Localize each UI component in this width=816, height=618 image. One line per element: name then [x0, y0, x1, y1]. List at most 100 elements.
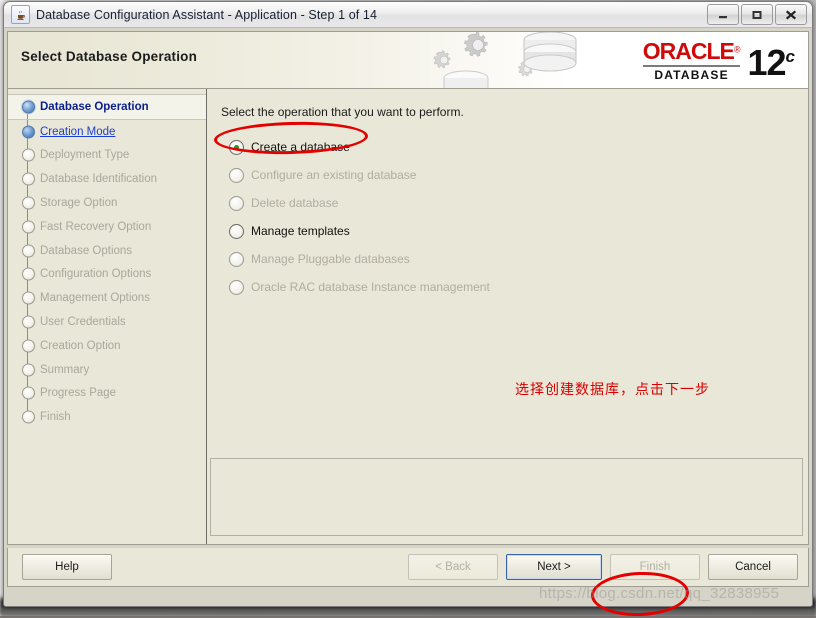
option-label: Oracle RAC database Instance management: [251, 280, 490, 294]
sidebar-step-label: Configuration Options: [40, 268, 152, 281]
radio-button-icon: [229, 195, 244, 211]
window-title: Database Configuration Assistant - Appli…: [36, 7, 378, 22]
watermark-text: https://blog.csdn.net/qq_32838955: [539, 585, 780, 602]
next-button[interactable]: Next >: [506, 554, 602, 580]
sidebar-step-label: Creation Mode: [40, 125, 116, 138]
option-label: Create a database: [251, 140, 350, 154]
taskbar-glow: [0, 606, 816, 616]
step-navigation-sidebar: Database Operation Creation Mode Deploym…: [8, 89, 207, 544]
sidebar-step-label: Progress Page: [40, 387, 117, 400]
radio-button-icon[interactable]: [229, 223, 244, 239]
finish-button: Finish: [610, 554, 700, 580]
step-bullet-icon: [22, 410, 35, 424]
page-banner: Select Database Operation ORACLE® DATABA…: [7, 31, 809, 89]
sidebar-step-management-options: Management Options: [8, 286, 206, 311]
step-bullet-icon: [22, 148, 35, 162]
radio-button-icon: [229, 251, 244, 267]
main-panel: Select the operation that you want to pe…: [207, 89, 808, 544]
page-title: Select Database Operation: [21, 49, 198, 64]
step-bullet-icon: [22, 196, 35, 210]
sidebar-step-database-operation[interactable]: Database Operation: [8, 94, 206, 120]
sidebar-step-configuration-options: Configuration Options: [8, 262, 206, 287]
sidebar-step-storage-option: Storage Option: [8, 191, 206, 215]
oracle-wordmark: ORACLE: [642, 38, 735, 64]
instruction-text: Select the operation that you want to pe…: [221, 105, 464, 119]
sidebar-step-label: Summary: [40, 363, 90, 376]
step-bullet-icon: [22, 220, 35, 234]
step-bullet-icon: [22, 363, 35, 377]
radio-selected-dot: [234, 144, 239, 150]
sidebar-step-database-options: Database Options: [8, 238, 206, 263]
oracle-product-label: DATABASE: [642, 65, 741, 82]
minimize-button[interactable]: [707, 4, 739, 25]
sidebar-step-finish: Finish: [8, 405, 206, 429]
sidebar-step-label: Database Operation: [40, 100, 149, 113]
sidebar-step-label: Database Identification: [40, 173, 157, 186]
oracle-logo: ORACLE® DATABASE 12c: [642, 38, 796, 83]
radio-button-icon: [229, 167, 244, 183]
option-label: Manage Pluggable databases: [251, 252, 410, 266]
step-bullet-icon: [22, 267, 35, 281]
window-controls: [707, 4, 807, 25]
help-button[interactable]: Help: [22, 554, 112, 580]
title-bar[interactable]: Database Configuration Assistant - Appli…: [4, 2, 812, 28]
maximize-button[interactable]: [741, 4, 773, 25]
content-area: Database Operation Creation Mode Deploym…: [7, 89, 809, 545]
sidebar-step-fast-recovery-option: Fast Recovery Option: [8, 214, 206, 239]
footer-button-bar: Help < Back Next > Finish Cancel: [7, 548, 809, 587]
sidebar-step-label: Deployment Type: [40, 149, 130, 162]
java-coffee-cup-icon: [11, 5, 30, 24]
option-configure-an-existing-database: Configure an existing database: [229, 161, 808, 189]
sidebar-step-user-credentials: User Credentials: [8, 310, 206, 334]
sidebar-step-summary: Summary: [8, 357, 206, 382]
version-edition: c: [785, 47, 796, 66]
step-bullet-icon: [22, 315, 35, 329]
message-panel: [210, 458, 803, 536]
back-button: < Back: [408, 554, 498, 580]
sidebar-step-label: Finish: [40, 411, 71, 424]
step-bullet-icon: [22, 386, 35, 400]
radio-button-icon[interactable]: [229, 139, 244, 155]
screen: Database Configuration Assistant - Appli…: [0, 0, 816, 618]
close-button[interactable]: [775, 4, 807, 25]
option-create-a-database[interactable]: Create a database: [229, 133, 808, 161]
radio-button-icon: [229, 279, 244, 295]
option-oracle-rac-instance-management: Oracle RAC database Instance management: [229, 273, 808, 301]
step-bullet-icon: [22, 172, 35, 186]
option-manage-templates[interactable]: Manage templates: [229, 217, 808, 245]
option-manage-pluggable-databases: Manage Pluggable databases: [229, 245, 808, 273]
step-bullet-icon: [22, 291, 35, 305]
registered-mark: ®: [733, 44, 741, 55]
dbca-window: Database Configuration Assistant - Appli…: [3, 1, 813, 607]
next-button-label: Next >: [537, 561, 571, 573]
option-delete-database: Delete database: [229, 189, 808, 217]
sidebar-step-database-identification: Database Identification: [8, 167, 206, 192]
navigation-buttons: < Back Next > Finish Cancel: [408, 554, 798, 580]
sidebar-step-label: Management Options: [40, 292, 150, 305]
sidebar-step-deployment-type: Deployment Type: [8, 143, 206, 168]
option-label: Delete database: [251, 196, 339, 210]
version-number: 12: [747, 42, 786, 83]
sidebar-step-label: Creation Option: [40, 339, 121, 352]
step-bullet-icon: [22, 100, 35, 114]
back-button-label: < Back: [435, 561, 471, 573]
sidebar-step-progress-page: Progress Page: [8, 381, 206, 406]
sidebar-step-label: Database Options: [40, 244, 133, 257]
sidebar-step-creation-mode[interactable]: Creation Mode: [8, 119, 206, 144]
cancel-button-label: Cancel: [735, 561, 771, 573]
finish-button-label: Finish: [639, 561, 671, 573]
step-bullet-icon: [22, 339, 35, 353]
step-bullet-icon: [22, 125, 35, 139]
help-button-label: Help: [55, 561, 79, 573]
option-label: Manage templates: [251, 224, 350, 238]
sidebar-step-label: Fast Recovery Option: [40, 220, 152, 233]
option-label: Configure an existing database: [251, 168, 417, 182]
oracle-version: 12c: [747, 40, 796, 83]
cancel-button[interactable]: Cancel: [708, 554, 798, 580]
sidebar-step-label: User Credentials: [40, 316, 126, 329]
gears-and-database-graphic: [433, 32, 577, 88]
step-bullet-icon: [22, 244, 35, 258]
sidebar-step-label: Storage Option: [40, 197, 118, 210]
sidebar-step-creation-option: Creation Option: [8, 333, 206, 358]
chinese-annotation-text: 选择创建数据库，点击下一步: [515, 382, 710, 398]
